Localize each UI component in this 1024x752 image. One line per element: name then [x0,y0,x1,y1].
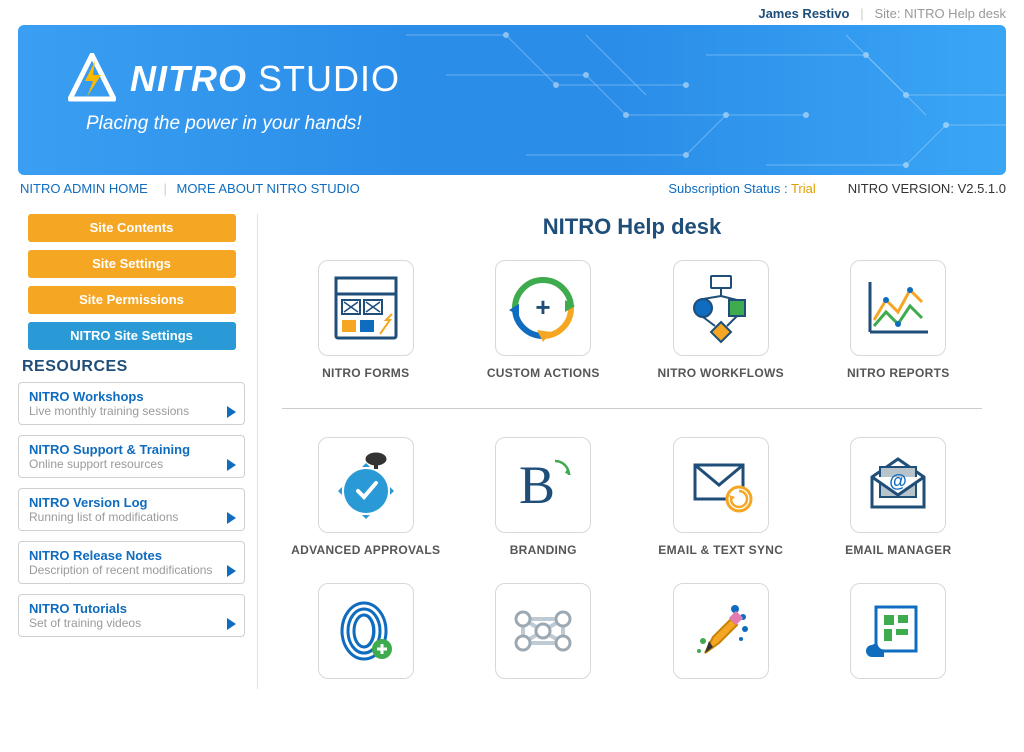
top-bar-separator: | [853,6,871,21]
tile-advanced-approvals[interactable]: ADVANCED APPROVALS [291,437,440,557]
forms-icon [318,260,414,356]
side-button-nitro-site-settings[interactable]: NITRO Site Settings [28,322,236,350]
actions-icon: + [495,260,591,356]
version-label: NITRO VERSION: [848,181,954,196]
side-button-site-settings[interactable]: Site Settings [28,250,236,278]
current-user-link[interactable]: James Restivo [758,6,849,21]
version-info: NITRO VERSION: V2.5.1.0 [848,181,1006,196]
emailmgr-icon: @ [850,437,946,533]
emailsync-icon [673,437,769,533]
util-separator: | [163,181,166,196]
play-icon [227,565,236,577]
site-name-value: NITRO Help desk [904,6,1006,21]
subscription-status: Subscription Status : Trial [668,181,815,196]
side-button-site-contents[interactable]: Site Contents [28,214,236,242]
tile-grid: NITRO FORMS + CUSTOM ACTIONS NITRO WORKF… [282,260,982,689]
tile-label: EMAIL MANAGER [845,543,951,557]
resource-release-notes[interactable]: NITRO Release Notes Description of recen… [18,541,245,584]
resource-title: NITRO Workshops [29,389,234,404]
top-bar: James Restivo | Site: NITRO Help desk [0,0,1024,25]
svg-text:@: @ [889,471,907,491]
sidebar: Site Contents Site Settings Site Permiss… [18,214,258,689]
play-icon [227,512,236,524]
resource-title: NITRO Release Notes [29,548,234,563]
fingerprint-icon [318,583,414,679]
resource-desc: Description of recent modifications [29,563,234,577]
utility-left: NITRO ADMIN HOME | MORE ABOUT NITRO STUD… [20,181,366,196]
reports-icon [850,260,946,356]
tile-label: CUSTOM ACTIONS [487,366,600,380]
page-title: NITRO Help desk [282,214,982,240]
content: NITRO Help desk NITRO FORMS + CUSTOM ACT… [258,214,1006,689]
nitro-logo-icon [68,53,116,105]
play-icon [227,406,236,418]
tile-label: EMAIL & TEXT SYNC [658,543,783,557]
resource-desc: Online support resources [29,457,234,471]
nodes-icon [495,583,591,679]
wordmark: NITRO STUDIO [130,58,400,100]
blueprint-icon [850,583,946,679]
tile-email-manager[interactable]: @ EMAIL MANAGER [845,437,951,557]
resource-workshops[interactable]: NITRO Workshops Live monthly training se… [18,382,245,425]
utility-row: NITRO ADMIN HOME | MORE ABOUT NITRO STUD… [0,175,1024,214]
tile-fingerprint[interactable] [318,583,414,689]
play-icon [227,459,236,471]
main-area: Site Contents Site Settings Site Permiss… [0,214,1024,689]
workflows-icon [673,260,769,356]
tile-label: ADVANCED APPROVALS [291,543,440,557]
resources-heading: RESOURCES [22,358,245,376]
version-value: V2.5.1.0 [958,181,1006,196]
resource-desc: Live monthly training sessions [29,404,234,418]
pencil-icon [673,583,769,679]
resource-tutorials[interactable]: NITRO Tutorials Set of training videos [18,594,245,637]
tagline: Placing the power in your hands! [86,113,966,135]
tile-branding[interactable]: B BRANDING [495,437,591,557]
wordmark-rest: STUDIO [247,58,400,99]
play-icon [227,618,236,630]
svg-text:+: + [536,292,551,322]
side-button-site-permissions[interactable]: Site Permissions [28,286,236,314]
tile-label: NITRO FORMS [318,366,414,380]
tile-label: NITRO WORKFLOWS [658,366,784,380]
subscription-label: Subscription Status : [668,181,787,196]
subscription-value: Trial [791,181,816,196]
approvals-icon [318,437,414,533]
tile-pencil[interactable] [673,583,769,689]
tile-label: BRANDING [495,543,591,557]
tile-label: NITRO REPORTS [847,366,950,380]
more-about-link[interactable]: MORE ABOUT NITRO STUDIO [176,181,359,196]
resource-title: NITRO Tutorials [29,601,234,616]
resource-title: NITRO Support & Training [29,442,234,457]
utility-right: Subscription Status : Trial NITRO VERSIO… [668,181,1006,196]
site-label: Site: [874,6,900,21]
svg-text:B: B [519,455,555,515]
resource-title: NITRO Version Log [29,495,234,510]
resource-desc: Running list of modifications [29,510,234,524]
resource-support-training[interactable]: NITRO Support & Training Online support … [18,435,245,478]
tile-nitro-forms[interactable]: NITRO FORMS [318,260,414,380]
row-separator [282,408,982,409]
banner: NITRO STUDIO Placing the power in your h… [18,25,1006,175]
branding-icon: B [495,437,591,533]
tile-email-text-sync[interactable]: EMAIL & TEXT SYNC [658,437,783,557]
tile-blueprint[interactable] [850,583,946,689]
resource-desc: Set of training videos [29,616,234,630]
tile-nitro-reports[interactable]: NITRO REPORTS [847,260,950,380]
logo-row: NITRO STUDIO [68,53,966,105]
resource-version-log[interactable]: NITRO Version Log Running list of modifi… [18,488,245,531]
tile-nitro-workflows[interactable]: NITRO WORKFLOWS [658,260,784,380]
tile-custom-actions[interactable]: + CUSTOM ACTIONS [487,260,600,380]
tile-nodes[interactable] [495,583,591,689]
wordmark-bold: NITRO [130,58,247,99]
nitro-admin-home-link[interactable]: NITRO ADMIN HOME [20,181,148,196]
